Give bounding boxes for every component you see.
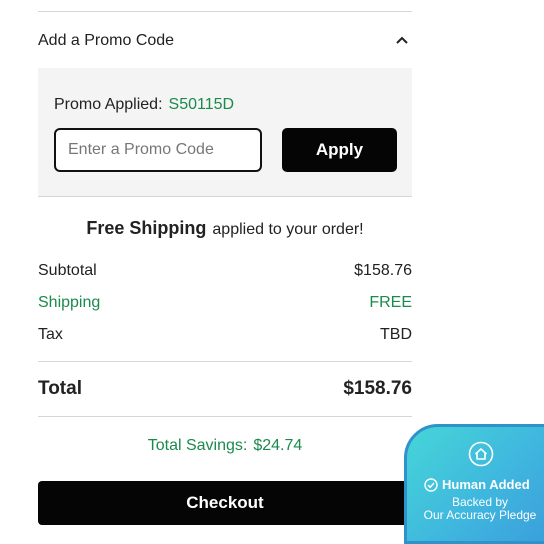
checkout-button[interactable]: Checkout [38, 481, 412, 525]
pledge-text: Backed by Our Accuracy Pledge [407, 496, 544, 522]
tax-row: Tax TBD [38, 326, 412, 350]
promo-code-toggle[interactable]: Add a Promo Code [38, 22, 412, 62]
free-shipping-strong: Free Shipping [86, 218, 207, 238]
promo-header-label: Add a Promo Code [38, 32, 175, 49]
accuracy-pledge-badge[interactable]: Human Added Backed by Our Accuracy Pledg… [404, 424, 544, 544]
tax-value: TBD [380, 326, 412, 343]
promo-divider [38, 196, 412, 197]
total-divider [38, 416, 412, 417]
subtotal-value: $158.76 [354, 262, 412, 279]
total-savings: Total Savings: $24.74 [0, 437, 450, 455]
total-value: $158.76 [343, 378, 412, 399]
top-divider [38, 11, 412, 12]
chevron-up-icon[interactable] [394, 32, 410, 48]
promo-applied-label: Promo Applied: [54, 96, 163, 113]
promo-applied-code: S50115D [168, 96, 235, 113]
pledge-line-2: Our Accuracy Pledge [423, 508, 537, 522]
promo-code-input[interactable] [54, 128, 262, 172]
subtotal-row: Subtotal $158.76 [38, 262, 412, 286]
shipping-row: Shipping FREE [38, 294, 412, 318]
human-added-row: Human Added [424, 477, 530, 492]
promo-panel: Promo Applied: S50115D Apply [38, 68, 412, 196]
human-added-label: Human Added [442, 477, 530, 492]
tax-label: Tax [38, 326, 63, 343]
home-icon [468, 441, 494, 467]
summary-divider [38, 361, 412, 362]
total-label: Total [38, 378, 82, 399]
subtotal-label: Subtotal [38, 262, 97, 279]
promo-applied: Promo Applied: S50115D [54, 96, 234, 114]
free-shipping-message: Free Shipping applied to your order! [0, 218, 450, 239]
shipping-label: Shipping [38, 294, 101, 311]
check-circle-icon [424, 478, 438, 492]
savings-value: $24.74 [253, 437, 303, 454]
shipping-value: FREE [369, 294, 412, 311]
free-shipping-rest: applied to your order! [212, 221, 364, 238]
savings-label: Total Savings: [147, 437, 248, 454]
apply-button[interactable]: Apply [282, 128, 397, 172]
